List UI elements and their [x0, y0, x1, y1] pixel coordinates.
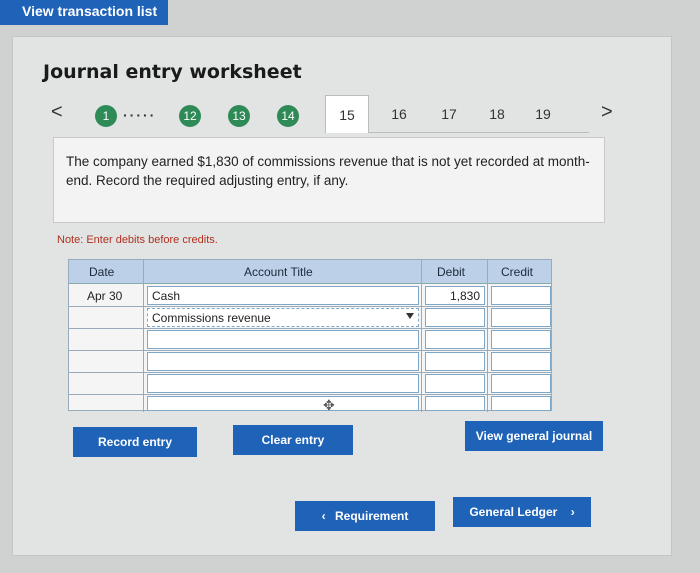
clear-entry-button[interactable]: Clear entry	[233, 425, 353, 455]
row-3-account-input[interactable]	[147, 330, 419, 349]
record-entry-button[interactable]: Record entry	[73, 427, 197, 457]
row-2-account-value: Commissions revenue	[152, 311, 271, 325]
step-circle-14[interactable]: 14	[277, 105, 299, 127]
header-credit: Credit	[501, 265, 534, 279]
general-ledger-label: General Ledger	[469, 505, 558, 519]
row-4-debit-input[interactable]	[425, 352, 485, 371]
row-1-date: Apr 30	[87, 289, 123, 303]
row-6-debit-input[interactable]	[425, 396, 485, 411]
row-divider	[69, 350, 551, 351]
row-5-account-input[interactable]	[147, 374, 419, 393]
table-header: Date Account Title Debit Credit	[69, 260, 551, 284]
row-3-credit-input[interactable]	[491, 330, 551, 349]
row-3-debit-input[interactable]	[425, 330, 485, 349]
header-account-title: Account Title	[244, 265, 313, 279]
row-divider	[69, 306, 551, 307]
step-circle-1[interactable]: 1	[95, 105, 117, 127]
view-general-journal-button[interactable]: View general journal	[465, 421, 603, 451]
row-5-debit-input[interactable]	[425, 374, 485, 393]
tab-15[interactable]: 15	[325, 95, 369, 133]
journal-entry-table: Date Account Title Debit Credit Apr 30 C…	[68, 259, 552, 412]
view-transaction-list-button[interactable]: View transaction list	[0, 0, 168, 25]
chevron-down-icon	[406, 313, 414, 319]
requirement-label: Requirement	[334, 509, 409, 523]
step-tab-strip: 15 16 17 18 19	[325, 95, 589, 133]
row-divider	[69, 372, 551, 373]
row-1-account-input[interactable]: Cash	[147, 286, 419, 305]
journal-entry-worksheet: Journal entry worksheet < 1 ····· 12 13 …	[12, 36, 672, 556]
step-circle-13[interactable]: 13	[228, 105, 250, 127]
tab-18[interactable]: 18	[475, 95, 519, 133]
row-1-credit-input[interactable]	[491, 286, 551, 305]
move-cursor-icon: ✥	[323, 397, 335, 413]
chevron-left-icon: ‹	[321, 509, 326, 523]
question-text: The company earned $1,830 of commissions…	[53, 137, 605, 223]
step-circle-12[interactable]: 12	[179, 105, 201, 127]
row-4-account-input[interactable]	[147, 352, 419, 371]
prev-arrow-icon[interactable]: <	[51, 101, 63, 124]
row-2-credit-input[interactable]	[491, 308, 551, 327]
worksheet-title: Journal entry worksheet	[43, 61, 302, 83]
column-divider	[487, 260, 488, 412]
row-5-credit-input[interactable]	[491, 374, 551, 393]
row-6-account-input[interactable]	[147, 396, 419, 411]
tab-17[interactable]: 17	[427, 95, 471, 133]
tab-16[interactable]: 16	[377, 95, 421, 133]
steps-ellipsis: ·····	[123, 107, 157, 123]
tab-19[interactable]: 19	[521, 95, 565, 133]
row-2-account-select[interactable]: Commissions revenue	[147, 308, 419, 327]
general-ledger-button[interactable]: General Ledger ›	[453, 497, 591, 527]
row-2-debit-input[interactable]	[425, 308, 485, 327]
column-divider	[421, 260, 422, 412]
header-debit: Debit	[437, 265, 466, 279]
row-1-debit-input[interactable]: 1,830	[425, 286, 485, 305]
row-divider	[69, 328, 551, 329]
column-divider	[143, 260, 144, 412]
row-4-credit-input[interactable]	[491, 352, 551, 371]
row-divider	[69, 394, 551, 395]
note-text: Note: Enter debits before credits.	[57, 234, 218, 246]
requirement-button[interactable]: ‹ Requirement	[295, 501, 435, 531]
header-date: Date	[89, 265, 115, 279]
chevron-right-icon: ›	[570, 505, 575, 519]
next-arrow-icon[interactable]: >	[601, 101, 613, 124]
row-6-credit-input[interactable]	[491, 396, 551, 411]
